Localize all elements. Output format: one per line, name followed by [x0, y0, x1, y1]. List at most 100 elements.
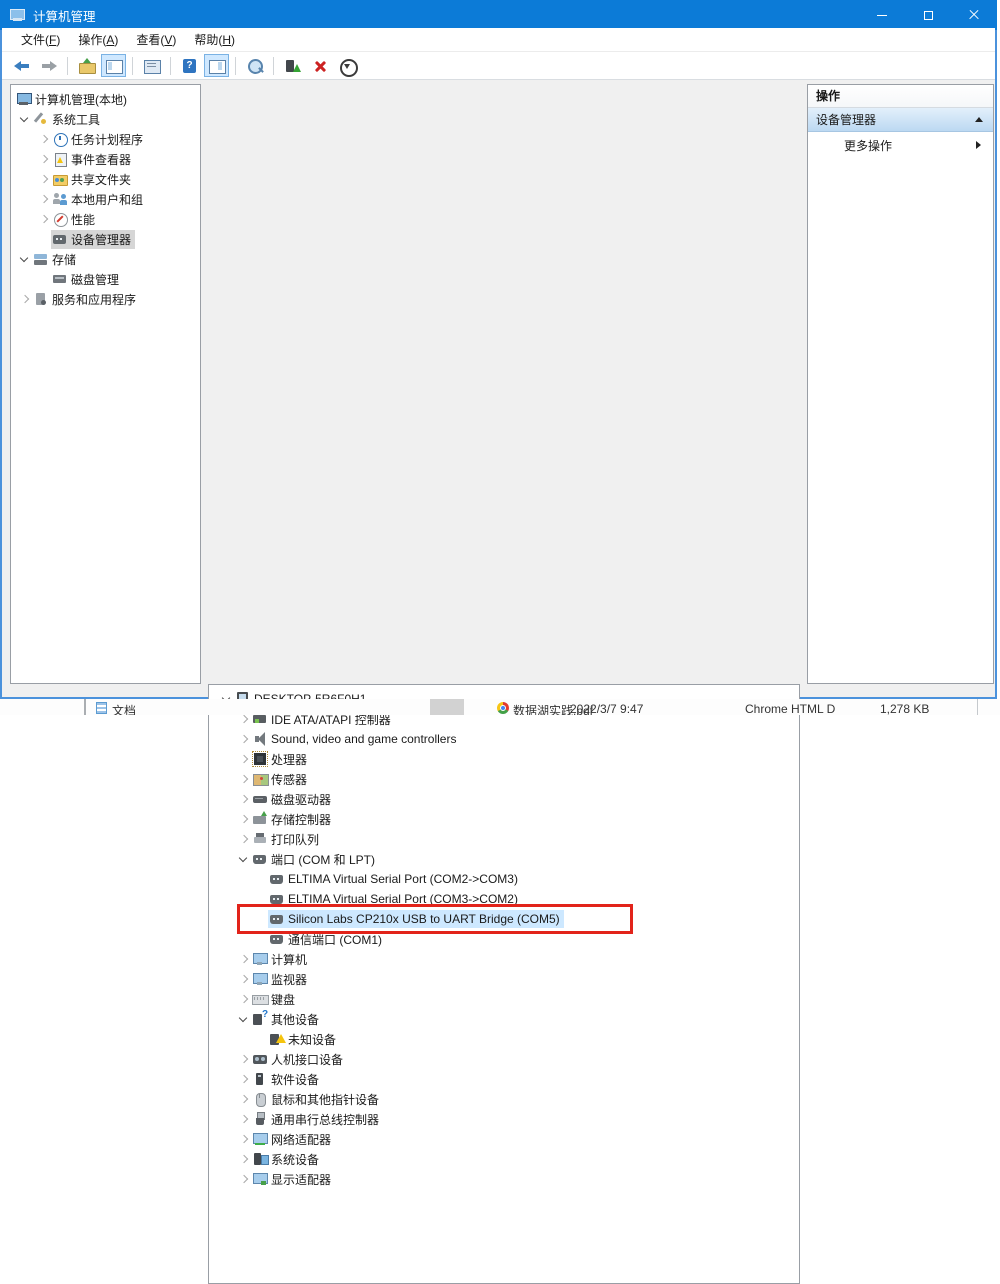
sidebar-item[interactable]: 设备管理器 [11, 229, 200, 249]
sidebar-item[interactable]: 事件查看器 [11, 149, 200, 169]
sidebar-item[interactable]: 任务计划程序 [11, 129, 200, 149]
device-tree-item[interactable]: 通用串行总线控制器 [209, 1109, 799, 1129]
tree-item-body: 计算机 [251, 950, 311, 969]
chevron-collapsed-icon[interactable] [236, 792, 251, 807]
chevron-collapsed-icon[interactable] [236, 1132, 251, 1147]
chevron-collapsed-icon[interactable] [36, 192, 51, 207]
chevron-collapsed-icon[interactable] [236, 772, 251, 787]
task-scheduler-icon [52, 131, 69, 147]
chevron-placeholder [253, 872, 268, 887]
chevron-expanded-icon[interactable] [17, 252, 32, 267]
background-splitter [84, 699, 86, 715]
export-list-button[interactable] [74, 54, 99, 77]
chevron-collapsed-icon[interactable] [236, 1152, 251, 1167]
chevron-collapsed-icon[interactable] [36, 212, 51, 227]
tree-item-body: 其他设备 [251, 1010, 323, 1029]
uninstall-device-button[interactable] [307, 54, 332, 77]
chevron-collapsed-icon[interactable] [236, 1052, 251, 1067]
chevron-collapsed-icon[interactable] [236, 972, 251, 987]
system-tools-icon [33, 111, 50, 127]
chevron-collapsed-icon[interactable] [236, 752, 251, 767]
chevron-collapsed-icon[interactable] [236, 1172, 251, 1187]
chevron-expanded-icon[interactable] [236, 1012, 251, 1027]
device-tree-item[interactable]: 打印队列 [209, 829, 799, 849]
chevron-collapsed-icon[interactable] [236, 952, 251, 967]
tree-item-label: 网络适配器 [269, 1131, 331, 1148]
tree-item-body: 通用串行总线控制器 [251, 1110, 383, 1129]
chevron-expanded-icon[interactable] [236, 852, 251, 867]
device-tree-item[interactable]: 其他设备 [209, 1009, 799, 1029]
collapse-icon[interactable] [975, 117, 983, 122]
device-tree-item[interactable]: 存储控制器 [209, 809, 799, 829]
show-action-pane-button[interactable] [204, 54, 229, 77]
chevron-collapsed-icon[interactable] [236, 1092, 251, 1107]
tree-item-label: 设备管理器 [69, 231, 131, 248]
device-tree-item[interactable]: 监视器 [209, 969, 799, 989]
chevron-collapsed-icon[interactable] [236, 812, 251, 827]
toolbar-separator [273, 57, 274, 75]
back-button[interactable] [9, 54, 34, 77]
show-console-tree-button[interactable] [101, 54, 126, 77]
help-button[interactable] [177, 54, 202, 77]
maximize-button[interactable] [905, 0, 951, 30]
chevron-placeholder [36, 232, 51, 247]
device-tree-item[interactable]: 显示适配器 [209, 1169, 799, 1189]
tree-item-body: ELTIMA Virtual Serial Port (COM2->COM3) [268, 870, 522, 888]
forward-button[interactable] [36, 54, 61, 77]
update-driver-button[interactable] [280, 54, 305, 77]
device-tree-item[interactable]: 系统设备 [209, 1149, 799, 1169]
device-tree-item[interactable]: 磁盘驱动器 [209, 789, 799, 809]
device-tree-item[interactable]: ELTIMA Virtual Serial Port (COM2->COM3) [209, 869, 799, 889]
scan-hardware-changes-button[interactable] [242, 54, 267, 77]
menu-file[interactable]: 文件(F) [12, 28, 69, 52]
chevron-collapsed-icon[interactable] [236, 732, 251, 747]
tree-item-label: 软件设备 [269, 1071, 319, 1088]
device-tree-item[interactable]: 端口 (COM 和 LPT) [209, 849, 799, 869]
menu-action[interactable]: 操作(A) [69, 28, 127, 52]
device-tree-item[interactable]: 传感器 [209, 769, 799, 789]
chevron-collapsed-icon[interactable] [36, 132, 51, 147]
background-file-date: 2022/3/7 9:47 [570, 702, 643, 715]
device-tree-item[interactable]: 未知设备 [209, 1029, 799, 1049]
menu-view[interactable]: 查看(V) [127, 28, 185, 52]
more-actions-item[interactable]: 更多操作 [808, 132, 993, 158]
device-tree-item[interactable]: Sound, video and game controllers [209, 729, 799, 749]
chevron-expanded-icon[interactable] [17, 112, 32, 127]
tree-item-body: 存储 [32, 250, 80, 269]
device-tree-item[interactable]: 计算机 [209, 949, 799, 969]
properties-button[interactable] [139, 54, 164, 77]
device-tree-item[interactable]: 网络适配器 [209, 1129, 799, 1149]
device-tree-item[interactable]: 人机接口设备 [209, 1049, 799, 1069]
software-device-icon [252, 1071, 269, 1087]
chevron-collapsed-icon[interactable] [17, 292, 32, 307]
tree-item-body: 系统设备 [251, 1150, 323, 1169]
device-tree-item[interactable]: 键盘 [209, 989, 799, 1009]
sidebar-item[interactable]: 服务和应用程序 [11, 289, 200, 309]
sidebar-item[interactable]: 性能 [11, 209, 200, 229]
sidebar-item[interactable]: 计算机管理(本地) [11, 89, 200, 109]
chevron-collapsed-icon[interactable] [36, 172, 51, 187]
minimize-button[interactable] [859, 0, 905, 30]
chevron-collapsed-icon[interactable] [236, 992, 251, 1007]
background-nav-documents[interactable]: 文档 [112, 702, 136, 715]
actions-section-device-manager[interactable]: 设备管理器 [808, 108, 993, 132]
local-users-icon [52, 191, 69, 207]
chevron-collapsed-icon[interactable] [36, 152, 51, 167]
tree-item-body: 本地用户和组 [51, 190, 147, 209]
sidebar-item[interactable]: 存储 [11, 249, 200, 269]
device-tree-item[interactable]: 软件设备 [209, 1069, 799, 1089]
chevron-collapsed-icon[interactable] [236, 832, 251, 847]
sidebar-item[interactable]: 系统工具 [11, 109, 200, 129]
device-tree-item[interactable]: 鼠标和其他指针设备 [209, 1089, 799, 1109]
sidebar-item[interactable]: 本地用户和组 [11, 189, 200, 209]
disable-device-button[interactable] [334, 54, 359, 77]
close-button[interactable] [951, 0, 997, 30]
chevron-collapsed-icon[interactable] [236, 1072, 251, 1087]
tree-item-label: 磁盘管理 [69, 271, 119, 288]
chevron-collapsed-icon[interactable] [236, 1112, 251, 1127]
sidebar-item[interactable]: 共享文件夹 [11, 169, 200, 189]
sidebar-item[interactable]: 磁盘管理 [11, 269, 200, 289]
device-tree-item[interactable]: 处理器 [209, 749, 799, 769]
menu-help[interactable]: 帮助(H) [185, 28, 244, 52]
action-pane-icon [208, 58, 226, 74]
